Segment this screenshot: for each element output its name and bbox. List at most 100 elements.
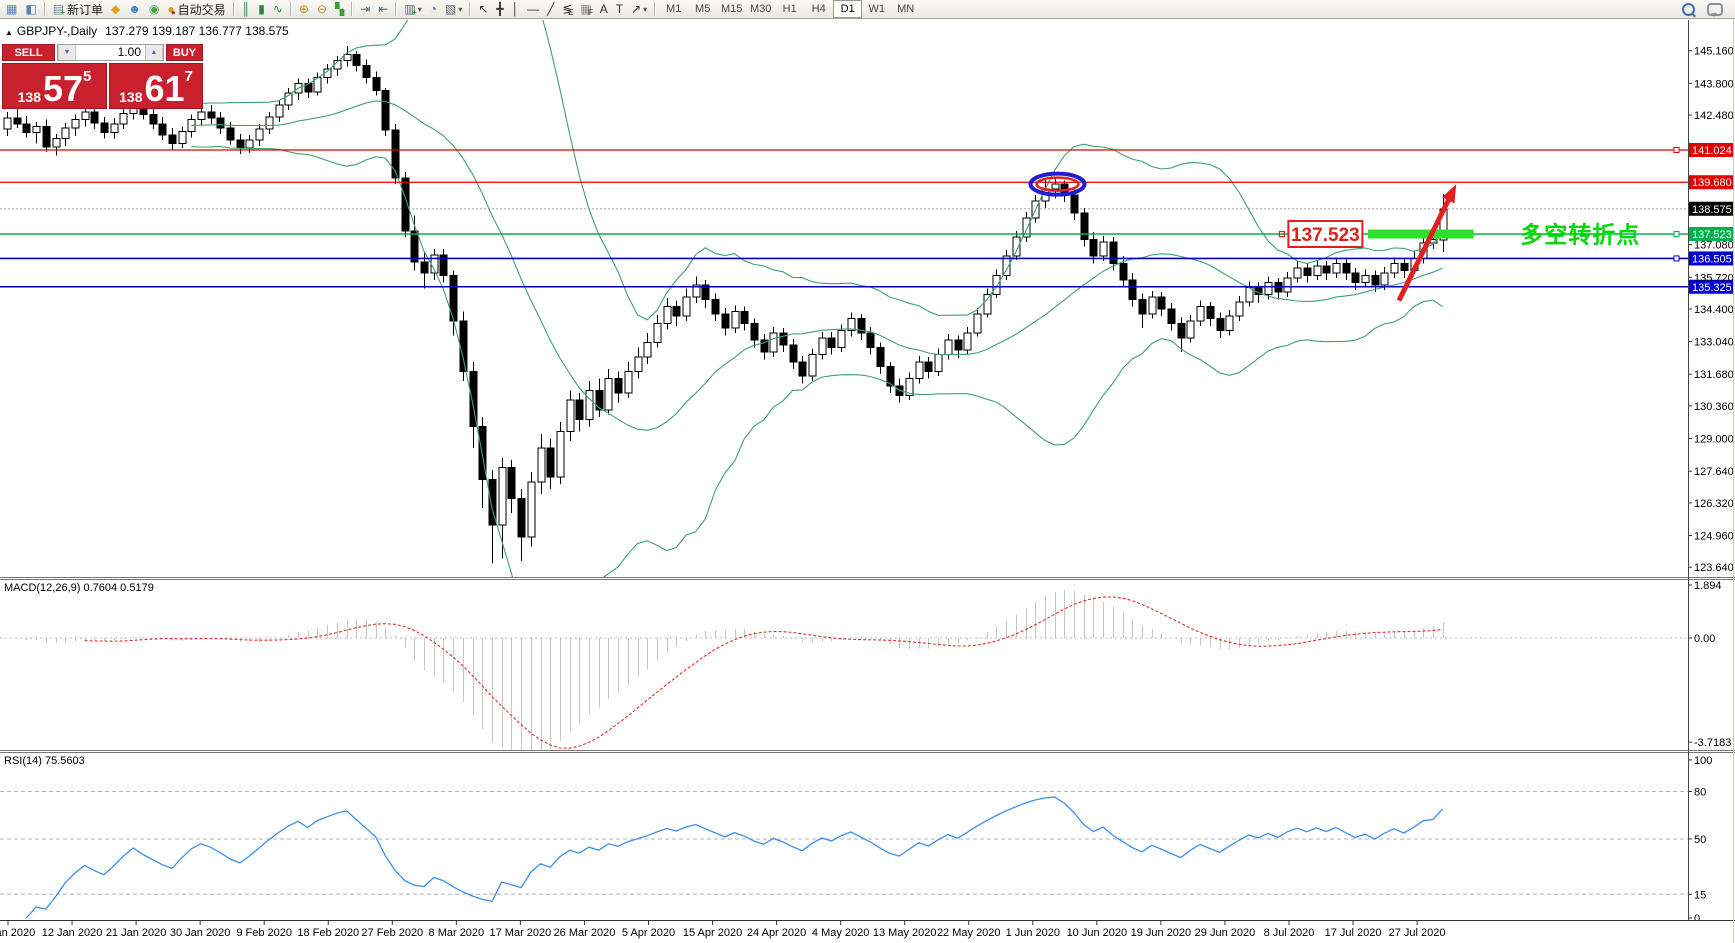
auto-scroll-icon[interactable]: ⇥: [356, 0, 374, 19]
sell-button[interactable]: SELL: [2, 44, 55, 61]
chart-shift-icon[interactable]: ⇤: [374, 0, 392, 19]
candle-body[interactable]: [644, 343, 651, 357]
candle-chart-icon[interactable]: ▮: [254, 0, 269, 19]
timeframe-h4[interactable]: H4: [804, 0, 833, 18]
candle-body[interactable]: [43, 127, 50, 147]
candle-body[interactable]: [538, 448, 545, 482]
candle-body[interactable]: [1284, 278, 1291, 292]
candle-body[interactable]: [4, 118, 11, 129]
candle-body[interactable]: [605, 379, 612, 410]
volume-increase-button[interactable]: ▲: [145, 45, 163, 60]
timeframe-h1[interactable]: H1: [775, 0, 804, 18]
candle-body[interactable]: [1294, 268, 1301, 278]
candle-body[interactable]: [586, 391, 593, 420]
candle-body[interactable]: [1226, 316, 1233, 330]
vline-icon[interactable]: │: [508, 0, 524, 19]
volume-input[interactable]: 1.00: [76, 45, 145, 60]
auto-trading-icon[interactable]: ●●自动交易: [163, 0, 229, 19]
pivot-note-text[interactable]: 多空转折点: [1520, 221, 1640, 247]
candle-body[interactable]: [945, 340, 952, 354]
candle-body[interactable]: [1343, 263, 1350, 273]
candle-body[interactable]: [1158, 297, 1165, 309]
candle-body[interactable]: [1372, 275, 1379, 285]
trendline-icon[interactable]: ╱: [543, 0, 558, 19]
candle-body[interactable]: [741, 311, 748, 323]
template-icon[interactable]: ▧▾: [441, 0, 466, 19]
candle-body[interactable]: [344, 55, 351, 61]
new-order-icon[interactable]: ▤+新订单: [49, 0, 107, 19]
candle-body[interactable]: [925, 362, 932, 372]
candle-body[interactable]: [14, 118, 21, 124]
candle-body[interactable]: [567, 400, 574, 431]
timeframe-mn[interactable]: MN: [891, 0, 920, 18]
chat-icon[interactable]: [1703, 0, 1727, 19]
candle-body[interactable]: [790, 345, 797, 362]
candle-body[interactable]: [576, 400, 583, 419]
candle-body[interactable]: [751, 323, 758, 340]
fibo-icon[interactable]: ≶E: [558, 0, 576, 19]
period-icon[interactable]: ◔: [426, 0, 441, 19]
candle-body[interactable]: [955, 340, 962, 350]
grid-icon[interactable]: ▦F: [576, 0, 595, 19]
candle-body[interactable]: [208, 112, 215, 118]
shapes-icon[interactable]: ↗▾: [627, 0, 651, 19]
signals-icon[interactable]: ◉: [145, 0, 163, 19]
hline-handle[interactable]: [1674, 147, 1679, 152]
candle-body[interactable]: [1178, 323, 1185, 337]
candle-body[interactable]: [159, 124, 166, 135]
price-chart[interactable]: 141.024139.680138.575137.523136.505135.3…: [0, 0, 1735, 943]
candle-body[interactable]: [1323, 266, 1330, 273]
timeframe-m30[interactable]: M30: [746, 0, 775, 18]
candle-body[interactable]: [712, 299, 719, 313]
candle-body[interactable]: [1110, 242, 1117, 264]
candle-body[interactable]: [1052, 184, 1059, 189]
candle-body[interactable]: [984, 295, 991, 314]
candle-body[interactable]: [363, 65, 370, 77]
candle-body[interactable]: [528, 482, 535, 537]
candle-body[interactable]: [1090, 239, 1097, 256]
candle-body[interactable]: [867, 333, 874, 347]
candle-body[interactable]: [615, 379, 622, 393]
candle-body[interactable]: [382, 91, 389, 131]
zoom-out-icon[interactable]: ⊖: [313, 0, 331, 19]
hline-icon[interactable]: ―: [523, 0, 543, 19]
candle-body[interactable]: [683, 297, 690, 316]
timeframe-d1[interactable]: D1: [833, 0, 862, 18]
candle-body[interactable]: [635, 357, 642, 371]
collapse-icon[interactable]: ▲: [5, 28, 13, 37]
sell-price-tile[interactable]: 138575: [2, 63, 107, 109]
search-icon[interactable]: [1678, 0, 1699, 19]
candle-body[interactable]: [150, 115, 157, 125]
candle-body[interactable]: [518, 499, 525, 537]
candle-body[interactable]: [421, 262, 428, 273]
candle-body[interactable]: [809, 355, 816, 377]
bar-chart-icon[interactable]: ║: [238, 0, 255, 19]
candle-body[interactable]: [877, 347, 884, 366]
candle-body[interactable]: [1139, 299, 1146, 313]
community-icon[interactable]: ☻: [124, 0, 145, 19]
candle-body[interactable]: [732, 311, 739, 328]
cursor-icon[interactable]: ↖: [474, 0, 492, 19]
candle-body[interactable]: [72, 119, 79, 127]
candle-body[interactable]: [1401, 263, 1408, 270]
candle-body[interactable]: [276, 105, 283, 117]
candle-body[interactable]: [169, 135, 176, 143]
candle-body[interactable]: [770, 333, 777, 352]
candle-body[interactable]: [1391, 263, 1398, 273]
candle-body[interactable]: [179, 131, 186, 143]
candle-body[interactable]: [557, 431, 564, 477]
candle-body[interactable]: [62, 128, 69, 139]
candle-body[interactable]: [1149, 297, 1156, 314]
candle-body[interactable]: [780, 333, 787, 345]
tile-windows-icon[interactable]: ▚: [331, 0, 348, 19]
candle-body[interactable]: [460, 321, 467, 371]
new-chart-icon-dropdown[interactable]: ▾: [418, 5, 422, 14]
candle-body[interactable]: [916, 362, 923, 379]
candle-body[interactable]: [654, 323, 661, 342]
candle-body[interactable]: [411, 231, 418, 262]
candle-body[interactable]: [1381, 273, 1388, 285]
candle-body[interactable]: [353, 55, 360, 66]
candle-body[interactable]: [256, 129, 263, 140]
candle-body[interactable]: [673, 307, 680, 317]
candle-body[interactable]: [53, 139, 60, 147]
